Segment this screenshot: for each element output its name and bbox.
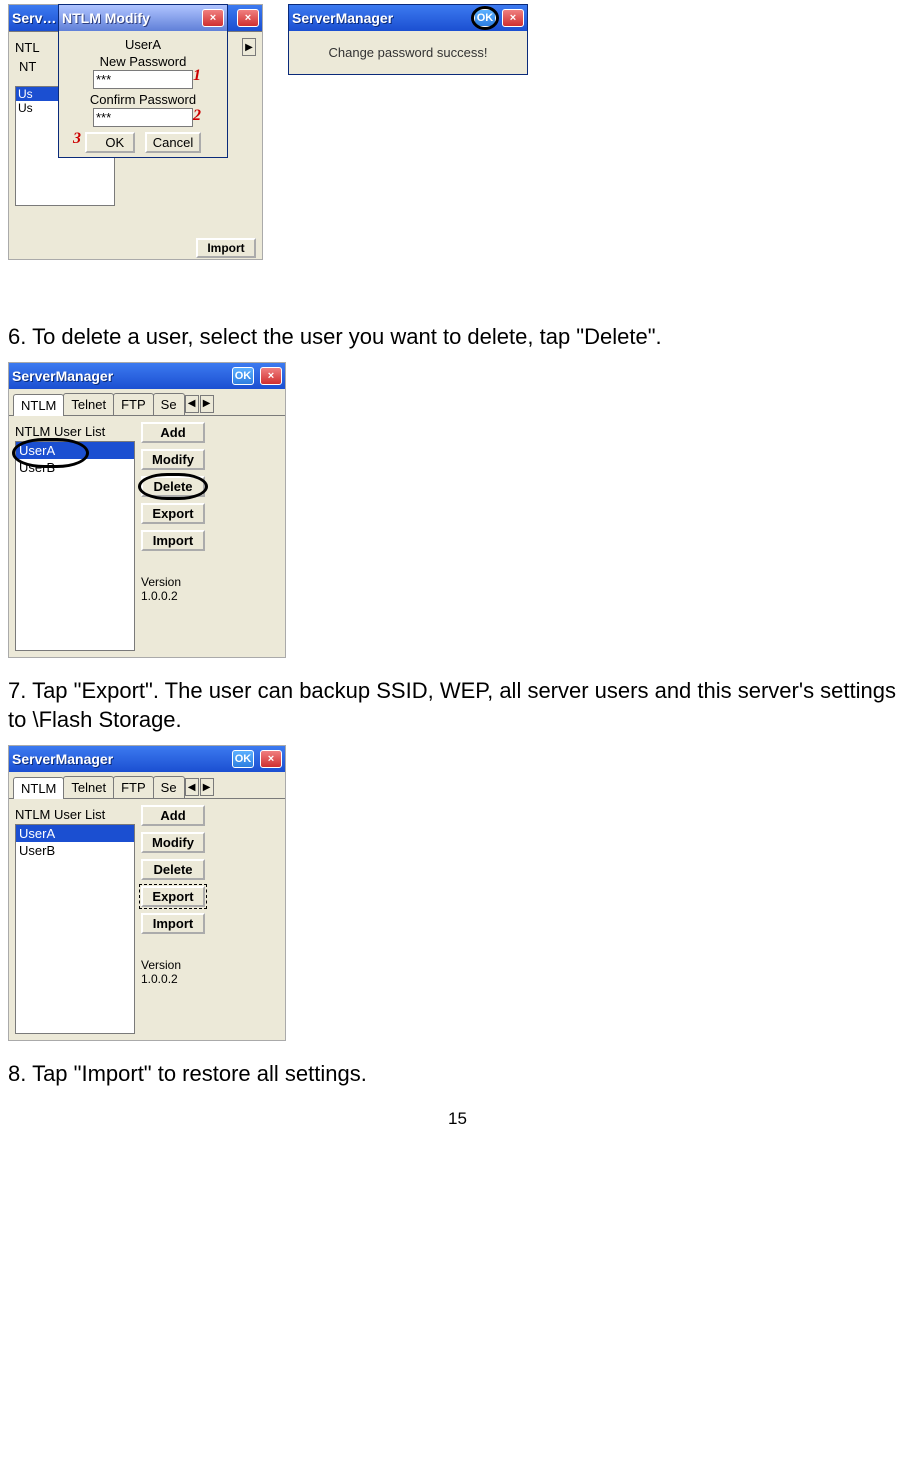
import-button-bg[interactable]: Import [196, 238, 256, 258]
tab-scroll-left-icon[interactable]: ◀ [185, 395, 199, 413]
anno-1: 1 [193, 67, 201, 85]
dlg-cancel-button[interactable]: Cancel [145, 132, 201, 153]
step8-text: 8. Tap "Import" to restore all settings. [8, 1059, 907, 1089]
add-button[interactable]: Add [141, 422, 205, 443]
page-number: 15 [8, 1109, 907, 1129]
popup-message: Change password success! [289, 31, 527, 74]
win-ok-button[interactable]: OK [232, 750, 254, 768]
version-label: Version [141, 958, 181, 972]
tab-se[interactable]: Se [153, 393, 185, 415]
delete-button[interactable]: Delete [141, 476, 205, 497]
close-icon-2[interactable]: × [237, 9, 259, 27]
tab-ntlm[interactable]: NTLM [13, 394, 64, 416]
popup-title: ServerManager [292, 10, 468, 26]
dlg-title: NTLM Modify [62, 10, 196, 26]
version-label: Version [141, 575, 181, 589]
new-password-input[interactable] [93, 70, 193, 89]
add-button[interactable]: Add [141, 805, 205, 826]
tab-telnet[interactable]: Telnet [63, 776, 114, 798]
step7-text: 7. Tap "Export". The user can backup SSI… [8, 676, 907, 735]
confirm-password-input[interactable] [93, 108, 193, 127]
close-icon[interactable]: × [260, 750, 282, 768]
import-button[interactable]: Import [141, 913, 205, 934]
user-item-userb[interactable]: UserB [16, 459, 134, 476]
version-value: 1.0.0.2 [141, 589, 178, 603]
tab-scroll-right-icon[interactable]: ▶ [242, 38, 256, 56]
export-button[interactable]: Export [141, 886, 205, 907]
tab-se[interactable]: Se [153, 776, 185, 798]
dlg-ok-button[interactable]: OK [85, 132, 135, 153]
import-button[interactable]: Import [141, 530, 205, 551]
user-item-usera[interactable]: UserA [16, 442, 134, 459]
anno-3: 3 [73, 130, 81, 148]
step6-window: ServerManager OK × NTLM Telnet FTP Se ◀ … [8, 362, 286, 658]
close-icon[interactable]: × [260, 367, 282, 385]
step6-list-label: NTLM User List [15, 422, 135, 441]
close-icon[interactable]: × [502, 9, 524, 27]
popup-ok-button[interactable]: OK [474, 9, 496, 27]
user-item-userb[interactable]: UserB [16, 842, 134, 859]
modify-button[interactable]: Modify [141, 832, 205, 853]
anno-2: 2 [193, 107, 201, 125]
tab-ftp[interactable]: FTP [113, 393, 154, 415]
ntlm-modify-dialog: NTLM Modify × UserA New Password 1 Confi… [58, 4, 228, 158]
export-button[interactable]: Export [141, 503, 205, 524]
modify-button[interactable]: Modify [141, 449, 205, 470]
tab-ftp[interactable]: FTP [113, 776, 154, 798]
step7-window: ServerManager OK × NTLM Telnet FTP Se ◀ … [8, 745, 286, 1041]
dlg-confirmpw-label: Confirm Password [65, 92, 221, 107]
step6-text: 6. To delete a user, select the user you… [8, 322, 907, 352]
step7-title: ServerManager [12, 751, 226, 767]
user-item-usera[interactable]: UserA [16, 825, 134, 842]
version-value: 1.0.0.2 [141, 972, 178, 986]
user-list[interactable]: UserA UserB [15, 441, 135, 651]
tab-telnet[interactable]: Telnet [63, 393, 114, 415]
success-popup: ServerManager OK × Change password succe… [288, 4, 528, 75]
delete-button[interactable]: Delete [141, 859, 205, 880]
tab-scroll-left-icon[interactable]: ◀ [185, 778, 199, 796]
tab-scroll-right-icon[interactable]: ▶ [200, 778, 214, 796]
close-icon[interactable]: × [202, 9, 224, 27]
tab-scroll-right-icon[interactable]: ▶ [200, 395, 214, 413]
win-ok-button[interactable]: OK [232, 367, 254, 385]
tab-ntlm[interactable]: NTLM [13, 777, 64, 799]
step7-list-label: NTLM User List [15, 805, 135, 824]
user-list[interactable]: UserA UserB [15, 824, 135, 1034]
dlg-user-label: UserA [65, 37, 221, 52]
step6-title: ServerManager [12, 368, 226, 384]
